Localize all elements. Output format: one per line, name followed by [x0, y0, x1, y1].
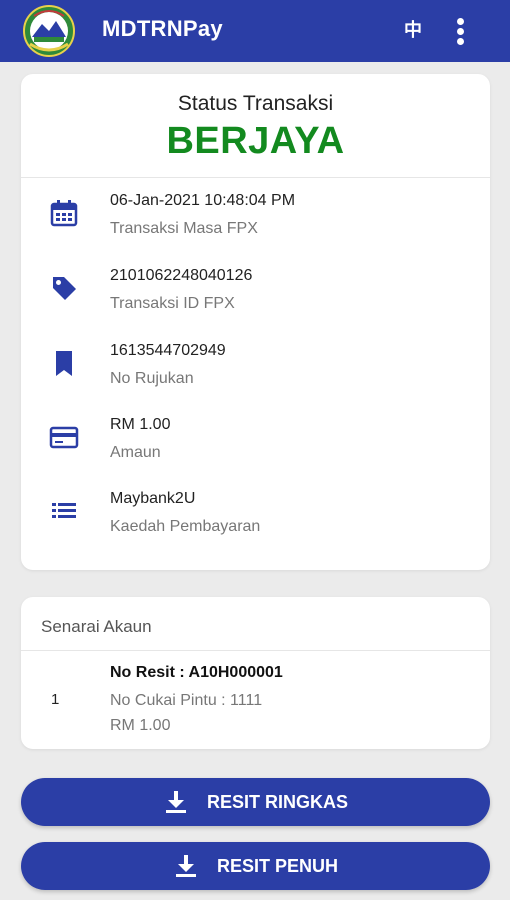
municipal-logo [23, 5, 75, 57]
detail-row-reference: 1613544702949 No Rujukan [21, 342, 490, 402]
calendar-icon [50, 200, 78, 227]
account-list-title: Senarai Akaun [41, 617, 152, 636]
credit-card-icon [49, 426, 79, 449]
status-value: BERJAYA [166, 120, 345, 162]
account-amount: RM 1.00 [110, 717, 171, 734]
download-icon [165, 791, 186, 813]
receipt-number: No Resit : A10H000001 [110, 664, 283, 681]
language-toggle-button[interactable]: 中 [400, 18, 426, 44]
status-label: Status Transaksi [177, 92, 334, 115]
account-list-header: Senarai Akaun [21, 597, 490, 651]
download-icon [175, 855, 196, 877]
overflow-menu-icon[interactable] [448, 17, 474, 47]
status-header: Status Transaksi BERJAYA [21, 74, 490, 178]
short-receipt-label: RESIT RINGKAS [206, 791, 348, 812]
account-list-card: Senarai Akaun 1 No Resit : A10H000001 No… [21, 597, 490, 749]
full-receipt-button[interactable]: RESIT PENUH [21, 842, 490, 890]
bookmark-icon [56, 351, 72, 376]
detail-value: Maybank2U [110, 490, 196, 507]
short-receipt-button[interactable]: RESIT RINGKAS [21, 778, 490, 826]
detail-value: 06-Jan-2021 10:48:04 PM [110, 192, 296, 209]
detail-label: Amaun [110, 444, 161, 461]
detail-value: RM 1.00 [110, 416, 171, 433]
account-index: 1 [51, 691, 60, 708]
detail-value: 2101062248040126 [110, 267, 253, 284]
detail-label: Kaedah Pembayaran [110, 518, 261, 535]
full-receipt-label: RESIT PENUH [216, 855, 339, 876]
detail-label: No Rujukan [110, 370, 194, 387]
detail-value: 1613544702949 [110, 342, 226, 359]
detail-row-amount: RM 1.00 Amaun [21, 416, 490, 476]
transaction-status-card: Status Transaksi BERJAYA 06-Jan-2021 10:… [21, 74, 490, 570]
detail-label: Transaksi Masa FPX [110, 220, 258, 237]
detail-row-fpx-id: 2101062248040126 Transaksi ID FPX [21, 267, 490, 327]
detail-row-payment-method: Maybank2U Kaedah Pembayaran [21, 490, 490, 550]
detail-row-datetime: 06-Jan-2021 10:48:04 PM Transaksi Masa F… [21, 192, 490, 252]
list-icon [52, 503, 76, 518]
detail-label: Transaksi ID FPX [110, 295, 235, 312]
app-title: MDTRNPay [102, 16, 223, 41]
app-bar: MDTRNPay 中 [0, 0, 510, 62]
tag-icon [53, 277, 76, 300]
property-tax-number: No Cukai Pintu : 1111 [110, 692, 263, 709]
